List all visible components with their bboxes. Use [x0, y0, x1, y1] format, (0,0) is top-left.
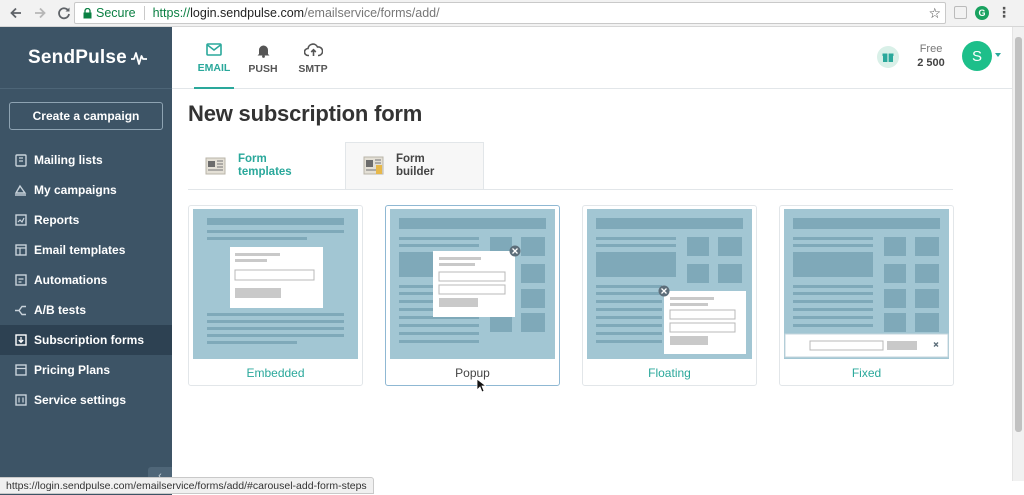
avatar[interactable]: S: [962, 41, 992, 71]
lock-icon: [83, 7, 92, 19]
form-icon: [14, 334, 27, 347]
browser-toolbar: Secure https://login.sendpulse.com/email…: [0, 0, 1024, 27]
sidebar-item-subscription-forms[interactable]: Subscription forms: [0, 325, 172, 355]
tab-label: SMTP: [298, 63, 328, 75]
sidebar-item-label: A/B tests: [34, 303, 87, 317]
floating-preview-illustration: [587, 209, 752, 359]
plan-info[interactable]: Free 2 500: [914, 42, 948, 70]
secure-label: Secure: [96, 6, 136, 20]
sidebar-item-label: My campaigns: [34, 183, 117, 197]
gift-icon[interactable]: [877, 46, 899, 68]
sidebar-item-mailing-lists[interactable]: Mailing lists: [0, 145, 172, 175]
form-type-card-popup[interactable]: Popup: [385, 205, 560, 386]
chart-icon: [14, 214, 27, 227]
page-scrollbar[interactable]: [1012, 27, 1024, 481]
url-path: /emailservice/forms/add/: [304, 6, 440, 20]
pulse-icon: [130, 52, 147, 65]
sidebar-item-my-campaigns[interactable]: My campaigns: [0, 175, 172, 205]
plan-count: 2 500: [917, 57, 945, 69]
card-label: Fixed: [851, 366, 882, 380]
form-templates-icon: [205, 157, 226, 175]
bookmark-star-icon[interactable]: ☆: [928, 5, 941, 22]
sidebar-item-label: Service settings: [34, 393, 127, 407]
book-icon: [14, 153, 27, 167]
popup-preview-illustration: [390, 209, 555, 359]
campaign-icon: [14, 184, 27, 197]
scrollbar-thumb[interactable]: [1015, 37, 1022, 432]
card-label: Floating: [648, 366, 691, 380]
settings-icon: [14, 394, 27, 407]
sidebar-item-email-templates[interactable]: Email templates: [0, 235, 172, 265]
top-header: EMAIL PUSH SMTP Free 2 500 S: [172, 27, 1012, 89]
form-builder-icon: [363, 156, 384, 175]
card-label: Popup: [455, 366, 490, 380]
cloud-upload-icon: [303, 41, 323, 59]
back-icon[interactable]: [6, 3, 26, 23]
grammarly-icon[interactable]: G: [975, 5, 989, 20]
bell-icon: [256, 41, 271, 59]
form-type-card-fixed[interactable]: Fixed: [779, 205, 954, 386]
logo[interactable]: SendPulse: [28, 47, 148, 69]
menu-kebab-icon[interactable]: ⋮: [997, 4, 1011, 21]
chevron-down-icon[interactable]: [995, 53, 1001, 57]
tab-label-line1: Form: [238, 153, 267, 165]
sidebar-item-reports[interactable]: Reports: [0, 205, 172, 235]
template-icon: [14, 244, 27, 257]
plan-name: Free: [919, 43, 943, 55]
url-separator: [143, 6, 145, 20]
reload-icon[interactable]: [54, 3, 74, 23]
status-bar-url: https://login.sendpulse.com/emailservice…: [0, 477, 374, 494]
page-title: New subscription form: [188, 101, 423, 126]
tab-push[interactable]: PUSH: [245, 27, 281, 89]
sidebar-item-automations[interactable]: Automations: [0, 265, 172, 295]
sidebar-item-pricing-plans[interactable]: Pricing Plans: [0, 355, 172, 385]
form-type-card-floating[interactable]: Floating: [582, 205, 757, 386]
tab-label-line1: Form: [396, 153, 425, 165]
sidebar-item-label: Mailing lists: [34, 153, 103, 167]
form-type-card-embedded[interactable]: Embedded: [188, 205, 363, 386]
url-host: login.sendpulse.com: [190, 6, 305, 20]
card-label: Embedded: [246, 366, 305, 380]
sidebar-item-ab-tests[interactable]: A/B tests: [0, 295, 172, 325]
pricing-icon: [14, 364, 27, 377]
extension-area: G ⋮: [954, 4, 1011, 21]
create-campaign-button[interactable]: Create a campaign: [9, 102, 163, 130]
tabs-divider: [188, 189, 953, 190]
tab-label: PUSH: [248, 63, 278, 75]
sidebar-divider: [0, 88, 172, 89]
tab-email[interactable]: EMAIL: [194, 27, 234, 89]
embedded-preview-illustration: [193, 209, 358, 359]
url-scheme: https://: [152, 6, 191, 20]
sidebar-item-label: Email templates: [34, 243, 126, 257]
tab-form-builder[interactable]: Form builder: [345, 142, 484, 190]
tab-label: EMAIL: [197, 62, 231, 74]
tab-label-line2: templates: [238, 166, 292, 178]
sidebar: SendPulse Create a campaign Mailing list…: [0, 27, 172, 495]
address-bar[interactable]: Secure https://login.sendpulse.com/email…: [74, 2, 946, 24]
tab-form-templates[interactable]: Form templates: [204, 142, 292, 190]
sidebar-item-label: Pricing Plans: [34, 363, 111, 377]
forward-icon[interactable]: [30, 3, 50, 23]
tab-label-line2: builder: [396, 166, 435, 178]
sidebar-item-label: Automations: [34, 273, 108, 287]
extension-icon[interactable]: [954, 6, 967, 19]
split-icon: [14, 304, 27, 317]
sidebar-item-label: Reports: [34, 213, 80, 227]
sidebar-item-label: Subscription forms: [34, 333, 145, 347]
sidebar-item-service-settings[interactable]: Service settings: [0, 385, 172, 415]
mouse-cursor-icon: [476, 378, 486, 393]
tab-smtp[interactable]: SMTP: [295, 27, 331, 89]
automation-icon: [14, 274, 27, 287]
envelope-icon: [206, 40, 222, 58]
fixed-preview-illustration: [784, 209, 949, 359]
logo-text: SendPulse: [28, 47, 127, 68]
